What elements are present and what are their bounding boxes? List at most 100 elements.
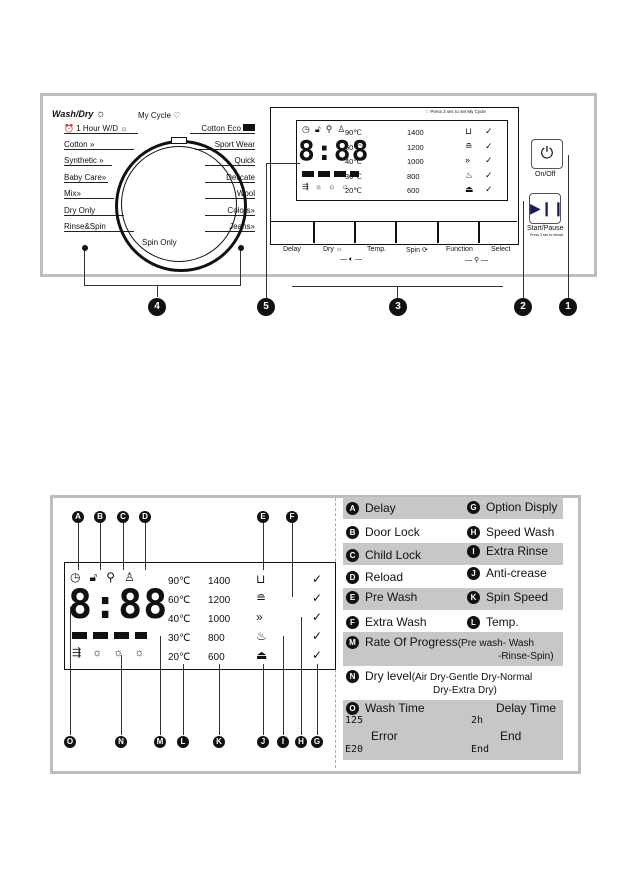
select-button[interactable]: Select bbox=[491, 246, 510, 253]
legend-key: E bbox=[346, 591, 359, 605]
marker-line bbox=[121, 655, 122, 735]
legend-key: F bbox=[346, 616, 359, 630]
anti-crease-icon: ⏏ bbox=[465, 184, 474, 194]
rinse-progress-icon bbox=[114, 632, 129, 639]
program-cotton-eco[interactable]: Cotton Eco bbox=[190, 124, 255, 134]
marker-e: E bbox=[257, 511, 269, 523]
check-icon: ✓ bbox=[485, 184, 493, 194]
marker-a: A bbox=[72, 511, 84, 523]
button-divider bbox=[478, 221, 480, 243]
marker-n: N bbox=[115, 736, 127, 748]
callout-dot bbox=[238, 245, 244, 251]
delay-clock-icon: ◷ bbox=[302, 124, 315, 134]
legend-text: Delay bbox=[365, 501, 396, 515]
on-off-label: On/Off bbox=[535, 171, 556, 178]
marker-o: O bbox=[64, 736, 76, 748]
legend-key: H bbox=[467, 526, 480, 540]
marker-i: I bbox=[277, 736, 289, 748]
program-my-cycle[interactable]: My Cycle ♡ bbox=[138, 111, 180, 120]
check-icon: ✓ bbox=[485, 126, 493, 136]
prewash-progress-icon bbox=[302, 171, 314, 177]
anti-crease-icon: ⏏ bbox=[256, 648, 268, 662]
check-icon: ✓ bbox=[312, 629, 323, 643]
on-off-button[interactable]: ⏻ bbox=[531, 139, 563, 169]
program-label: Baby Care bbox=[64, 173, 102, 182]
prewash-icon: ⊔ bbox=[465, 126, 473, 136]
legend-key: B bbox=[346, 526, 359, 540]
speed-wash-icon: » bbox=[99, 156, 104, 165]
temp-value: 90℃ bbox=[345, 128, 362, 137]
legend-text: Rate Of Progress bbox=[365, 635, 458, 649]
extra-rinse-icon: ♨ bbox=[256, 629, 267, 643]
legend-text: Spin Speed bbox=[486, 590, 549, 604]
function-button[interactable]: Function bbox=[446, 246, 473, 253]
button-label: Function bbox=[446, 246, 473, 253]
button-divider bbox=[313, 221, 315, 243]
program-knob-inner bbox=[121, 146, 237, 262]
callout-1: 1 bbox=[559, 298, 577, 316]
marker-b: B bbox=[94, 511, 106, 523]
program-label: Spin Only bbox=[142, 238, 177, 247]
speed-value: 1200 bbox=[407, 142, 424, 152]
program-label: Sport Wear bbox=[214, 140, 255, 149]
program-cotton[interactable]: Cotton » bbox=[64, 140, 134, 150]
speed-wash-icon: » bbox=[89, 140, 95, 149]
speed-wash-icon: » bbox=[465, 155, 471, 165]
lcd2-option-icons: ⊔ ≘ » ♨ ⏏ bbox=[256, 570, 267, 665]
dry-button[interactable]: Dry ☼ bbox=[323, 246, 342, 253]
legend-row: D Reload J Anti-crease bbox=[343, 566, 563, 588]
legend-row: A Delay G Option Disply bbox=[343, 497, 563, 519]
legend-text: Dry level bbox=[365, 669, 412, 683]
wash-progress-icon bbox=[318, 171, 330, 177]
callout-3: 3 bbox=[389, 298, 407, 316]
legend-row-o: O Wash Time Delay Time 125 2h Error End E… bbox=[343, 700, 563, 760]
legend-detail: (Air Dry-Gentle Dry-Normal bbox=[411, 672, 533, 683]
temp-value: 90℃ bbox=[168, 576, 191, 587]
door-lock-icon: 🔓︎ bbox=[314, 124, 326, 134]
temp-button[interactable]: Temp. bbox=[367, 246, 386, 253]
sun-icon: ☼ bbox=[95, 108, 106, 120]
button-label: Spin bbox=[406, 247, 421, 254]
program-spin-only[interactable]: Spin Only bbox=[142, 238, 177, 247]
marker-line bbox=[160, 636, 161, 735]
temp-value: 40℃ bbox=[168, 614, 191, 625]
marker-line bbox=[183, 664, 184, 735]
program-label: Dry Only bbox=[64, 206, 96, 215]
legend-text: Door Lock bbox=[365, 525, 420, 539]
start-pause-button[interactable]: ▶❙❙ bbox=[529, 193, 564, 224]
button-label: Temp. bbox=[367, 246, 387, 253]
legend-text: End bbox=[500, 729, 522, 743]
temp-value: 40℃ bbox=[345, 157, 362, 166]
legend-text: Reload bbox=[365, 570, 404, 584]
legend-key: M bbox=[346, 636, 359, 650]
check-icon: ✓ bbox=[485, 155, 493, 165]
gentle-dry-icon: ☼ bbox=[92, 647, 114, 659]
speed-wash-icon: » bbox=[250, 222, 255, 231]
speed-value: 1400 bbox=[208, 576, 231, 587]
marker-line bbox=[317, 664, 318, 735]
check-icon: ✓ bbox=[312, 648, 323, 662]
legend-key: O bbox=[346, 702, 359, 716]
my-cycle-hint: ♡ Press 3 sec to set My Cycle bbox=[425, 109, 486, 115]
speed-value: 800 bbox=[407, 171, 420, 181]
program-mix[interactable]: Mix» bbox=[64, 189, 114, 199]
legend-text: Delay Time bbox=[496, 701, 557, 715]
delay-button[interactable]: Delay bbox=[283, 246, 301, 253]
prewash-progress-icon bbox=[72, 632, 87, 639]
legend-key: L bbox=[467, 616, 480, 630]
start-pause-hint: Press 3 sec to reload bbox=[530, 233, 563, 237]
program-synthetic[interactable]: Synthetic » bbox=[64, 156, 112, 166]
button-divider bbox=[395, 221, 397, 243]
spin-progress-icon bbox=[135, 632, 147, 639]
heart-icon: ♡ bbox=[425, 109, 430, 114]
speed-wash-icon: » bbox=[250, 206, 255, 215]
legend-row-m: M Rate Of Progress(Pre wash- Wash -Rinse-… bbox=[343, 632, 563, 666]
spin-button[interactable]: Spin ⟳ bbox=[406, 246, 428, 254]
program-label: Quick bbox=[234, 156, 255, 165]
start-pause-label: Start/Pause bbox=[527, 225, 564, 232]
legend-key: A bbox=[346, 502, 359, 516]
program-1-hour-wd[interactable]: ⏰ 1 Hour W/D ☼ bbox=[64, 124, 138, 134]
program-baby-care[interactable]: Baby Care» bbox=[64, 173, 108, 183]
legend-text: Error bbox=[371, 729, 398, 743]
legend-text: Speed Wash bbox=[486, 525, 555, 539]
